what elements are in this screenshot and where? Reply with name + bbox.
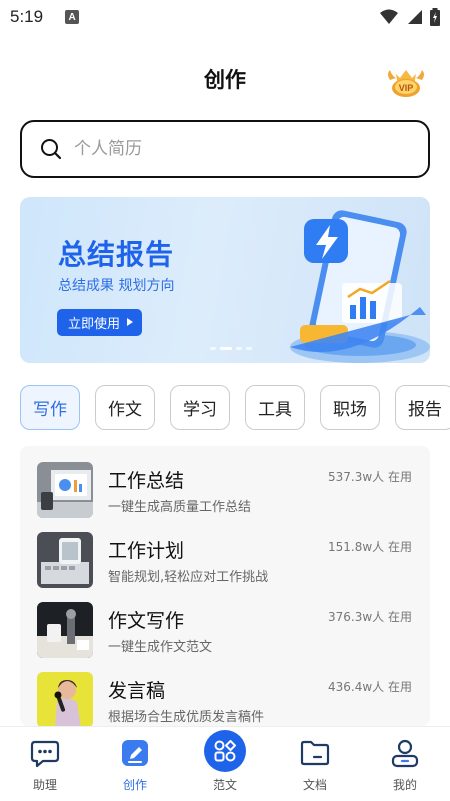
template-list: 工作总结 一键生成高质量工作总结 537.3w人 在用 工作计划 智能规划,轻松…: [20, 446, 430, 726]
list-item[interactable]: 工作计划 智能规划,轻松应对工作挑战 151.8w人 在用: [20, 532, 430, 602]
pagination-dot: [246, 347, 252, 350]
tab-essay[interactable]: 作文: [95, 385, 155, 430]
list-item[interactable]: 作文写作 一键生成作文范文 376.3w人 在用: [20, 602, 430, 672]
vip-label: VIP: [399, 83, 414, 93]
bottom-nav: 助理 创作 范文 文档 我的: [0, 726, 450, 801]
tab-writing[interactable]: 写作: [20, 385, 80, 430]
tab-workplace[interactable]: 职场: [320, 385, 380, 430]
nav-label: 文档: [302, 778, 327, 792]
item-title: 发言稿: [108, 680, 166, 702]
edit-pencil-icon: [122, 740, 148, 766]
page-title: 创作: [204, 68, 246, 92]
pagination-dot: [210, 347, 216, 350]
pagination-dot-active: [220, 347, 232, 350]
nav-label: 助理: [32, 778, 57, 792]
nav-samples[interactable]: 范文: [180, 727, 270, 801]
item-description: 一键生成作文范文: [108, 640, 213, 655]
nav-profile[interactable]: 我的: [360, 727, 450, 801]
banner-subtitle: 总结成果 规划方向: [58, 278, 175, 294]
usage-count: 537.3w人 在用: [328, 470, 412, 484]
app-screen: 5:19 A 创作 VIP 个人简历 总结报告 总结成果 规划方向 立即使用 写…: [0, 0, 450, 801]
battery-icon: [430, 8, 440, 26]
status-time: 5:19: [10, 7, 44, 26]
desk-writing-icon: [37, 602, 93, 658]
status-bar: 5:19 A: [0, 0, 450, 34]
list-item[interactable]: 发言稿 根据场合生成优质发言稿件 436.4w人 在用: [20, 672, 430, 726]
nav-label: 范文: [212, 778, 237, 792]
usage-count: 376.3w人 在用: [328, 610, 412, 624]
notification-icon: A: [65, 10, 80, 24]
item-title: 作文写作: [108, 610, 185, 632]
use-now-label: 立即使用: [68, 317, 121, 332]
list-item[interactable]: 工作总结 一键生成高质量工作总结 537.3w人 在用: [20, 462, 430, 532]
tab-tools[interactable]: 工具: [245, 385, 305, 430]
nav-assistant[interactable]: 助理: [0, 727, 90, 801]
item-description: 一键生成高质量工作总结: [108, 500, 252, 515]
nav-label: 我的: [392, 778, 417, 792]
search-input[interactable]: [74, 139, 374, 159]
tab-report[interactable]: 报告: [395, 385, 450, 430]
promo-banner[interactable]: 总结报告 总结成果 规划方向 立即使用: [20, 197, 430, 363]
phone-report-illustration: [290, 210, 430, 363]
search-icon: [41, 139, 62, 160]
status-indicators: [380, 8, 440, 26]
nav-label: 创作: [122, 778, 147, 792]
category-tabs: 写作 作文 学习 工具 职场 报告: [20, 385, 450, 431]
samples-center-button[interactable]: [204, 730, 246, 772]
item-description: 智能规划,轻松应对工作挑战: [108, 570, 269, 585]
use-now-button[interactable]: 立即使用: [57, 309, 143, 336]
folder-icon: [300, 740, 330, 766]
item-title: 工作总结: [108, 470, 185, 492]
item-title: 工作计划: [108, 540, 185, 562]
chat-bubble-icon: [30, 740, 60, 768]
play-arrow-icon: [127, 318, 134, 326]
laptop-chart-icon: [37, 462, 93, 518]
pagination-dot: [236, 347, 242, 350]
banner-title: 总结报告: [58, 238, 175, 271]
keyboard-phone-icon: [37, 532, 93, 588]
item-description: 根据场合生成优质发言稿件: [108, 710, 265, 725]
wifi-icon: [380, 9, 398, 24]
nav-create[interactable]: 创作: [90, 727, 180, 801]
usage-count: 436.4w人 在用: [328, 680, 412, 694]
nav-documents[interactable]: 文档: [270, 727, 360, 801]
grid-apps-icon: [214, 740, 236, 762]
usage-count: 151.8w人 在用: [328, 540, 412, 554]
search-bar[interactable]: [20, 120, 430, 178]
banner-pagination: [210, 347, 252, 350]
tab-study[interactable]: 学习: [170, 385, 230, 430]
person-icon: [391, 739, 419, 768]
cell-signal-icon: [408, 10, 422, 24]
vip-badge-icon[interactable]: VIP: [384, 64, 428, 100]
header: 创作 VIP: [0, 60, 450, 100]
microphone-speaker-icon: [37, 672, 93, 726]
